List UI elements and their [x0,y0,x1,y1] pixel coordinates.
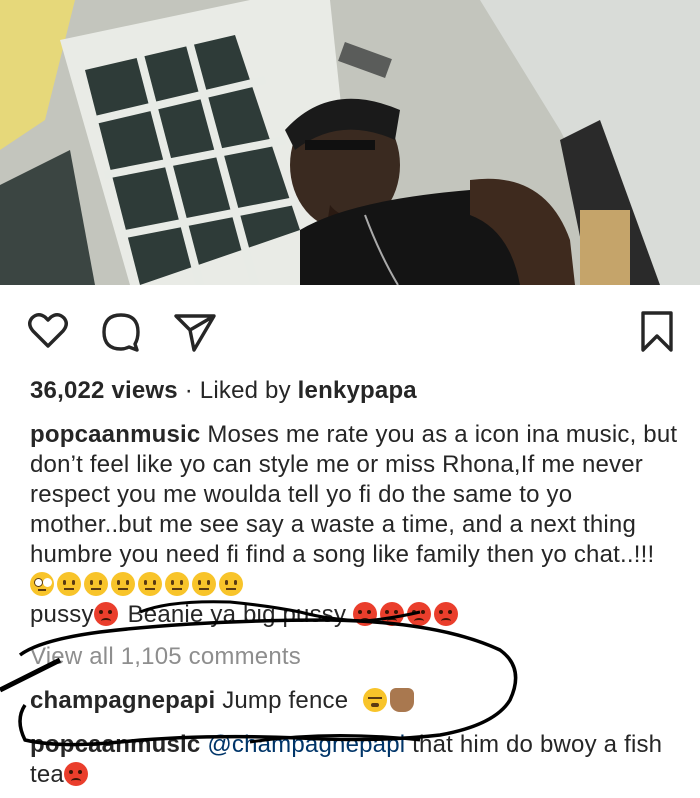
emoji-neutral-face [165,572,189,596]
emoji-neutral-face [57,572,81,596]
emoji-angry-face [93,602,118,626]
views-line: 36,022 views · Liked by lenkypapa [30,376,417,406]
caption-username[interactable]: popcaanmusic [30,421,200,448]
comment-username[interactable]: champagnepapi [30,687,215,714]
emoji-face-with-steam [363,688,388,712]
heart-icon[interactable] [25,308,71,354]
emoji-neutral-face [111,572,135,596]
caption-text-2: pussy [30,601,94,628]
emoji-angry-face [353,602,378,626]
emoji-neutral-face [192,572,216,596]
bookmark-icon[interactable] [634,308,680,354]
emoji-angry-face [63,762,88,786]
liked-by-prefix: · Liked by [184,377,291,404]
action-bar [0,298,700,368]
post-photo[interactable] [0,0,700,285]
comment-item: champagnepapi Jump fence [30,686,417,716]
emoji-angry-face [407,602,432,626]
emoji-sign-of-the-horns [390,688,415,712]
emoji-neutral-face [138,572,162,596]
emoji-neutral-face [219,572,243,596]
comment-item: popcaanmusic @champagnepapi that him do … [30,730,680,790]
paper-plane-icon[interactable] [172,308,218,354]
comment-mention[interactable]: @champagnepapi [207,731,405,758]
emoji-face-with-rolling-eyes [30,572,54,596]
emoji-angry-face [380,602,405,626]
emoji-neutral-face [84,572,108,596]
emoji-angry-face [434,602,459,626]
view-all-comments-link[interactable]: View all 1,105 comments [30,642,301,672]
comment-bubble-icon[interactable] [98,308,144,354]
liked-by-user[interactable]: lenkypapa [298,377,417,404]
comment-text: Jump fence [222,687,349,714]
comment-username[interactable]: popcaanmusic [30,731,200,758]
view-count[interactable]: 36,022 views [30,377,178,404]
caption-text-3: Beanie ya big pussy [127,601,347,628]
post-photo-image [0,0,700,285]
caption: popcaanmusic Moses me rate you as a icon… [30,420,680,630]
